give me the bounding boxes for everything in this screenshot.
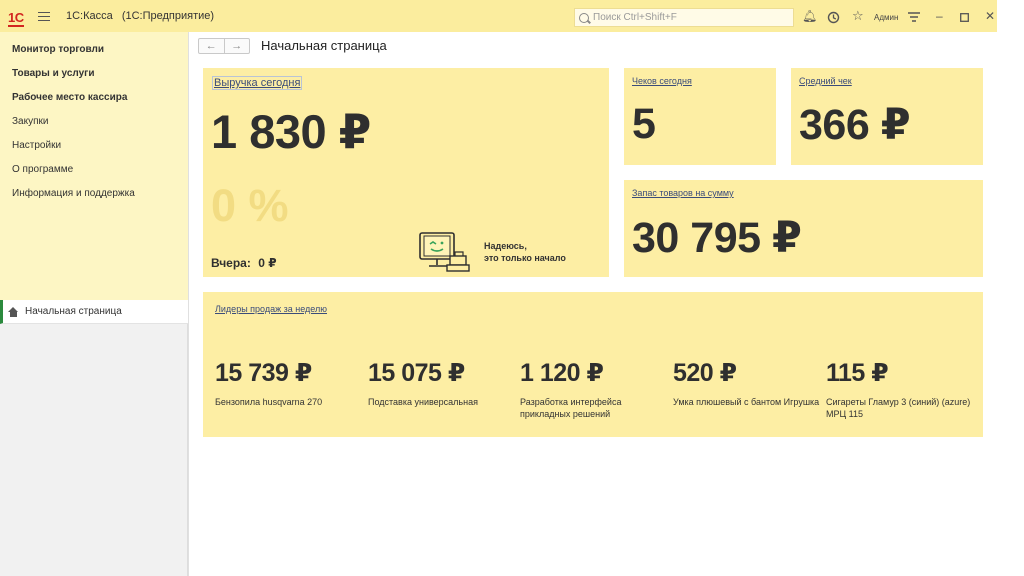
history-nav: ← → [198,38,250,54]
encouragement-line-2: это только начало [484,253,566,263]
sidebar-item-purchases[interactable]: Закупки [0,110,188,134]
search-placeholder: Поиск Ctrl+Shift+F [593,12,677,23]
yesterday-revenue: Вчера: 0 ₽ [211,256,277,270]
leader-name: Умка плюшевый с бантом Игрушка [673,397,820,407]
receipts-link[interactable]: Чеков сегодня [632,76,692,86]
settings-icon[interactable] [908,12,920,22]
receipts-value: 5 [632,100,656,148]
leader-name: Сигареты Гламур 3 (синий) (azure) МРЦ 11… [826,397,971,419]
revenue-value: 1 830 ₽ [211,105,371,158]
leader-item: 1 120 ₽ Разработка интерфейса прикладных… [520,358,668,420]
average-receipt-card: Средний чек 366 ₽ [791,68,983,165]
close-icon[interactable]: ✕ [985,10,995,22]
app-title: 1С:Касса (1С:Предприятие) [66,10,214,22]
sales-leaders-link[interactable]: Лидеры продаж за неделю [215,304,327,314]
stock-link[interactable]: Запас товаров на сумму [632,188,734,198]
title-bar: 1С 1С:Касса (1С:Предприятие) Поиск Ctrl+… [0,0,997,32]
sidebar-item-goods-services[interactable]: Товары и услуги [0,62,188,86]
open-tab-home[interactable]: Начальная страница [0,300,188,324]
leader-name: Подставка универсальная [368,397,478,407]
encouragement-line-1: Надеюсь, [484,241,527,251]
leader-value: 520 ₽ [673,359,737,387]
yesterday-value: 0 ₽ [258,256,277,270]
smiling-computer-icon [419,232,470,272]
leader-item: 15 739 ₽ Бензопила husqvarna 270 [215,358,363,408]
encouragement-text: Надеюсь, это только начало [484,240,566,264]
sidebar: Монитор торговли Товары и услуги Рабочее… [0,32,188,300]
average-receipt-link[interactable]: Средний чек [799,76,852,86]
sales-leaders-card: Лидеры продаж за неделю 15 739 ₽ Бензопи… [203,292,983,437]
sidebar-item-settings[interactable]: Настройки [0,134,188,158]
leader-value: 1 120 ₽ [520,359,604,387]
1c-logo: 1С [8,10,24,27]
leader-item: 15 075 ₽ Подставка универсальная [368,358,516,408]
search-input[interactable]: Поиск Ctrl+Shift+F [574,8,794,27]
star-icon[interactable]: ☆ [852,9,864,22]
sidebar-item-about[interactable]: О программе [0,158,188,182]
leader-item: 115 ₽ Сигареты Гламур 3 (синий) (azure) … [826,358,974,420]
average-receipt-value: 366 ₽ [799,101,911,149]
sidebar-item-trade-monitor[interactable]: Монитор торговли [0,38,188,62]
open-tab-label: Начальная страница [25,306,122,317]
leader-name: Бензопила husqvarna 270 [215,397,323,407]
revenue-card: Выручка сегодня 1 830 ₽ 0 % Вчера: 0 ₽ Н… [203,68,609,277]
leader-value: 15 075 ₽ [368,359,465,387]
forward-button[interactable]: → [223,39,250,53]
minimize-icon[interactable]: – [936,10,943,22]
history-icon[interactable] [827,11,840,24]
leader-value: 15 739 ₽ [215,359,312,387]
sidebar-item-cashier-workplace[interactable]: Рабочее место кассира [0,86,188,110]
home-icon [8,306,19,317]
open-windows-panel: Начальная страница [0,300,188,576]
maximize-icon[interactable] [960,13,969,22]
stock-card: Запас товаров на сумму 30 795 ₽ [624,180,983,277]
sidebar-item-info-support[interactable]: Информация и поддержка [0,182,188,206]
receipts-card: Чеков сегодня 5 [624,68,776,165]
leader-value: 115 ₽ [826,359,889,387]
leader-item: 520 ₽ Умка плюшевый с бантом Игрушка [673,358,821,408]
search-icon [579,12,589,23]
bell-icon[interactable]: 🔔︎ [802,10,817,22]
sidebar-divider [188,32,189,576]
back-button[interactable]: ← [199,39,224,53]
main-menu-icon[interactable] [38,12,50,21]
leader-name: Разработка интерфейса прикладных решений [520,397,622,419]
page-title: Начальная страница [261,38,387,53]
stock-value: 30 795 ₽ [632,214,802,262]
user-name[interactable]: Админ [874,13,898,22]
yesterday-label: Вчера: [211,256,251,270]
platform-name: (1С:Предприятие) [121,10,215,22]
revenue-link[interactable]: Выручка сегодня [212,76,303,90]
app-name: 1С:Касса [66,10,113,22]
revenue-percent: 0 % [211,180,289,231]
